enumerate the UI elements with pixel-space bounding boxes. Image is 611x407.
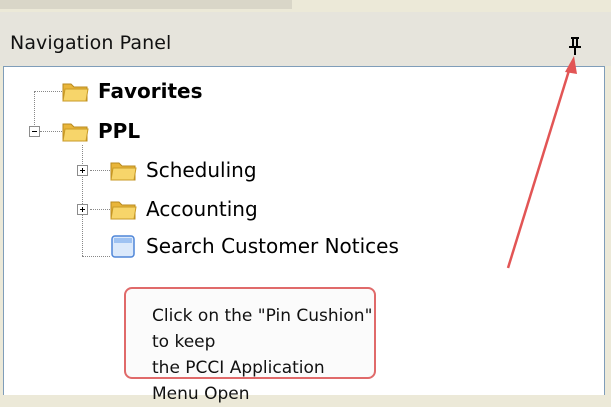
pushpin-icon[interactable] <box>565 34 585 58</box>
annotation-callout: Click on the "Pin Cushion" to keep the P… <box>124 287 376 404</box>
top-strip-shade <box>0 0 292 9</box>
expand-toggle-accounting[interactable] <box>77 204 88 215</box>
panel-title: Navigation Panel <box>10 32 172 54</box>
tree-item-label: Scheduling <box>146 158 257 182</box>
tree-item-label: Search Customer Notices <box>146 234 399 258</box>
folder-icon <box>62 83 89 102</box>
tree-line <box>34 91 35 131</box>
tree-line <box>82 256 110 257</box>
folder-icon <box>110 162 137 181</box>
panel-header: Navigation Panel <box>0 12 611 66</box>
callout-line-2: the PCCI Application Menu Open <box>152 358 325 404</box>
callout-line-1: Click on the "Pin Cushion" to keep <box>152 306 373 352</box>
collapse-toggle-ppl[interactable] <box>29 126 40 137</box>
tree-line <box>90 209 110 210</box>
tree-item-label: Favorites <box>98 79 203 103</box>
folder-icon <box>62 123 89 142</box>
tree-line <box>40 131 62 132</box>
tree-item-label: PPL <box>98 119 141 143</box>
tree-item-accounting[interactable]: Accounting <box>108 194 258 224</box>
tree-line <box>82 145 83 256</box>
top-strip <box>0 0 611 12</box>
tree-line <box>90 170 110 171</box>
tree-item-search-customer-notices[interactable]: Search Customer Notices <box>108 231 399 261</box>
tree-item-scheduling[interactable]: Scheduling <box>108 155 257 185</box>
expand-toggle-scheduling[interactable] <box>77 165 88 176</box>
tree-item-ppl[interactable]: PPL <box>60 116 140 146</box>
tree-item-favorites[interactable]: Favorites <box>60 76 203 106</box>
tree-line <box>34 91 62 92</box>
page-icon <box>111 235 135 258</box>
folder-icon <box>110 201 137 220</box>
tree-item-label: Accounting <box>146 197 258 221</box>
